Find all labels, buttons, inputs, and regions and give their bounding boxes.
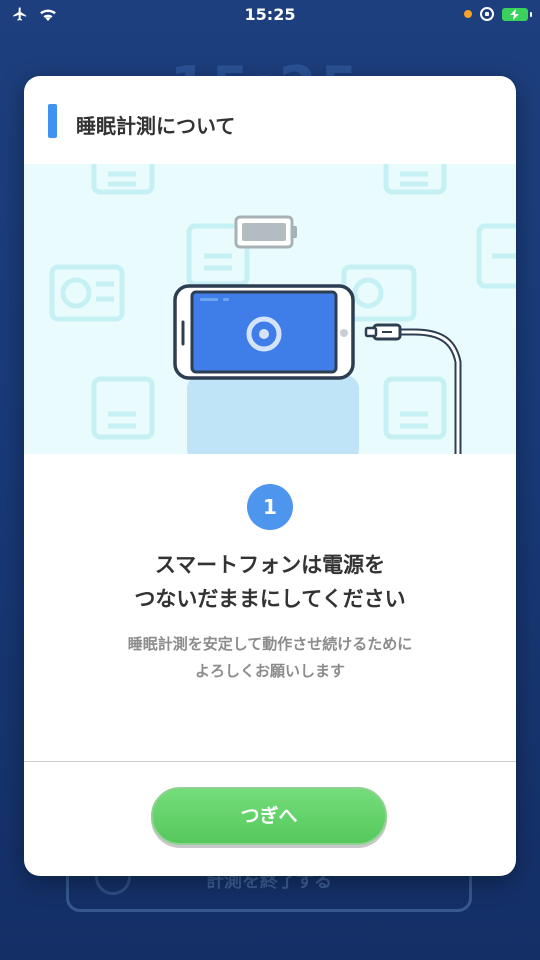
heading-line-2: つないだままにしてください <box>134 587 406 611</box>
description-line-1: 睡眠計測を安定して動作させ続けるために <box>127 635 413 653</box>
battery-icon <box>234 215 297 249</box>
header-accent-bar <box>48 104 57 138</box>
sleep-measurement-modal: 睡眠計測について 1 スマートフォンは電源を つないだままにしてください 睡眠計… <box>24 76 516 876</box>
privacy-indicator <box>464 10 472 18</box>
instruction-description: 睡眠計測を安定して動作させ続けるために よろしくお願いします <box>24 631 516 685</box>
battery-charging-icon <box>502 7 532 21</box>
modal-header: 睡眠計測について <box>24 76 516 164</box>
modal-title: 睡眠計測について <box>76 114 236 138</box>
description-line-2: よろしくお願いします <box>194 662 345 680</box>
next-button[interactable]: つぎへ <box>151 787 387 845</box>
status-bar: 15:25 <box>0 0 540 30</box>
charging-illustration <box>24 164 516 454</box>
heading-line-1: スマートフォンは電源を <box>154 553 386 577</box>
instruction-heading: スマートフォンは電源を つないだままにしてください <box>24 548 516 616</box>
orientation-lock-icon <box>480 7 494 21</box>
status-right <box>464 7 532 21</box>
illustration-graphic <box>49 164 516 454</box>
divider <box>24 761 516 762</box>
phone-icon <box>173 284 355 380</box>
step-number-badge: 1 <box>247 484 293 530</box>
status-time: 15:25 <box>244 5 296 24</box>
